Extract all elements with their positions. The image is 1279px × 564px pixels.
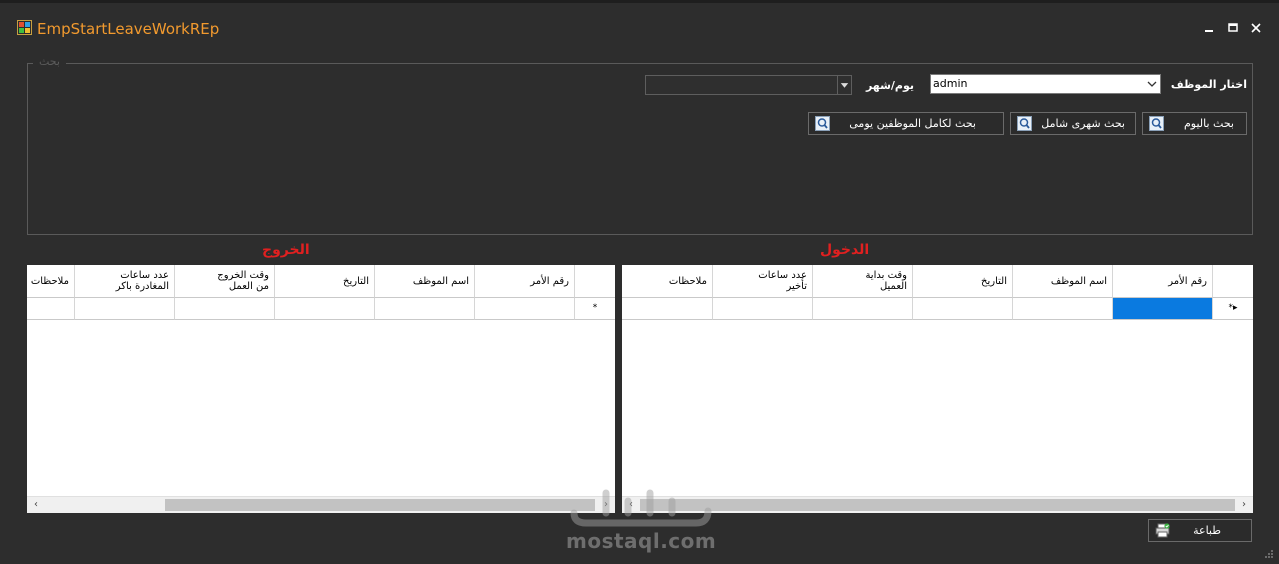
exit-new-row-indicator: *: [575, 298, 615, 320]
entry-cell-delay-hours[interactable]: [713, 298, 813, 320]
search-icon: [815, 116, 830, 131]
search-all-employees-daily-label: بحث لكامل الموظفين يومى: [849, 117, 976, 130]
printer-icon: [1155, 523, 1170, 538]
exit-row-header-corner: [575, 265, 615, 298]
entry-grid-header: ملاحظات عدد ساعات تأخير وقت بداية العميل…: [622, 265, 1253, 298]
table-row[interactable]: *: [27, 298, 615, 320]
search-monthly-full-label: بحث شهرى شامل: [1041, 117, 1125, 130]
exit-cell-notes[interactable]: [27, 298, 75, 320]
print-button[interactable]: طباعة: [1148, 519, 1252, 542]
window-title: EmpStartLeaveWorkREp: [37, 20, 220, 38]
entry-cell-start-time[interactable]: [813, 298, 913, 320]
search-monthly-full-button[interactable]: بحث شهرى شامل: [1010, 112, 1136, 135]
entry-col-delay-hours[interactable]: عدد ساعات تأخير: [713, 265, 813, 298]
exit-cell-order-number[interactable]: [475, 298, 575, 320]
exit-grid[interactable]: ملاحظات عدد ساعات المغادرة باكر وقت الخر…: [27, 265, 615, 513]
search-all-employees-daily-button[interactable]: بحث لكامل الموظفين يومى: [808, 112, 1004, 135]
entry-cell-date[interactable]: [913, 298, 1013, 320]
print-button-label: طباعة: [1193, 524, 1221, 537]
close-icon[interactable]: [1249, 21, 1263, 35]
scroll-right-icon[interactable]: ›: [1239, 500, 1249, 510]
exit-horizontal-scrollbar[interactable]: ‹ ›: [27, 496, 615, 513]
watermark-text: mostaql.com: [566, 529, 717, 553]
daymonth-label: يوم/شهر: [865, 79, 914, 92]
search-icon: [1149, 116, 1164, 131]
title-bar: EmpStartLeaveWorkREp: [0, 3, 1279, 39]
employee-combobox-value: admin: [933, 77, 968, 90]
exit-cell-exit-time[interactable]: [175, 298, 275, 320]
employee-label: اختار الموظف: [1170, 78, 1247, 91]
exit-cell-employee-name[interactable]: [375, 298, 475, 320]
exit-section-title: الخروج: [262, 242, 310, 258]
exit-col-date[interactable]: التاريخ: [275, 265, 375, 298]
entry-cell-notes[interactable]: [622, 298, 713, 320]
exit-col-order-number[interactable]: رقم الأمر: [475, 265, 575, 298]
maximize-icon[interactable]: [1226, 21, 1240, 35]
resize-grip-icon[interactable]: [1264, 549, 1274, 559]
entry-col-notes[interactable]: ملاحظات: [622, 265, 713, 298]
entry-col-order-number[interactable]: رقم الأمر: [1113, 265, 1213, 298]
dropdown-arrow-icon[interactable]: [837, 76, 851, 94]
search-by-day-label: بحث باليوم: [1183, 117, 1234, 130]
entry-col-date[interactable]: التاريخ: [913, 265, 1013, 298]
entry-scroll-thumb[interactable]: [640, 499, 1235, 511]
daymonth-combobox[interactable]: [645, 75, 852, 95]
entry-col-start-time[interactable]: وقت بداية العميل: [813, 265, 913, 298]
employee-combobox[interactable]: admin: [930, 74, 1161, 94]
entry-cell-employee-name[interactable]: [1013, 298, 1113, 320]
grid-splitter[interactable]: [615, 265, 622, 513]
entry-horizontal-scrollbar[interactable]: ‹ ›: [622, 496, 1253, 513]
exit-cell-date[interactable]: [275, 298, 375, 320]
search-group-legend: بحث: [33, 55, 66, 69]
app-icon: [17, 20, 32, 35]
entry-col-employee-name[interactable]: اسم الموظف: [1013, 265, 1113, 298]
entry-row-header-corner: [1213, 265, 1253, 298]
exit-cell-early-leave-hours[interactable]: [75, 298, 175, 320]
search-icon: [1017, 116, 1032, 131]
entry-section-title: الدخول: [820, 242, 870, 258]
chevron-down-icon[interactable]: [1144, 75, 1160, 93]
scroll-left-icon[interactable]: ‹: [31, 500, 41, 510]
watermark-logo: [570, 489, 712, 527]
entry-cell-order-number-selected[interactable]: [1113, 298, 1213, 320]
entry-new-row-indicator: ▸*: [1213, 298, 1253, 320]
exit-scroll-thumb[interactable]: [165, 499, 595, 511]
table-row[interactable]: ▸*: [622, 298, 1253, 320]
minimize-icon[interactable]: [1202, 21, 1216, 35]
exit-col-employee-name[interactable]: اسم الموظف: [375, 265, 475, 298]
entry-grid[interactable]: ملاحظات عدد ساعات تأخير وقت بداية العميل…: [622, 265, 1253, 513]
search-by-day-button[interactable]: بحث باليوم: [1142, 112, 1247, 135]
exit-col-exit-time[interactable]: وقت الخروج من العمل: [175, 265, 275, 298]
exit-grid-header: ملاحظات عدد ساعات المغادرة باكر وقت الخر…: [27, 265, 615, 298]
exit-col-early-leave-hours[interactable]: عدد ساعات المغادرة باكر: [75, 265, 175, 298]
exit-col-notes[interactable]: ملاحظات: [27, 265, 75, 298]
